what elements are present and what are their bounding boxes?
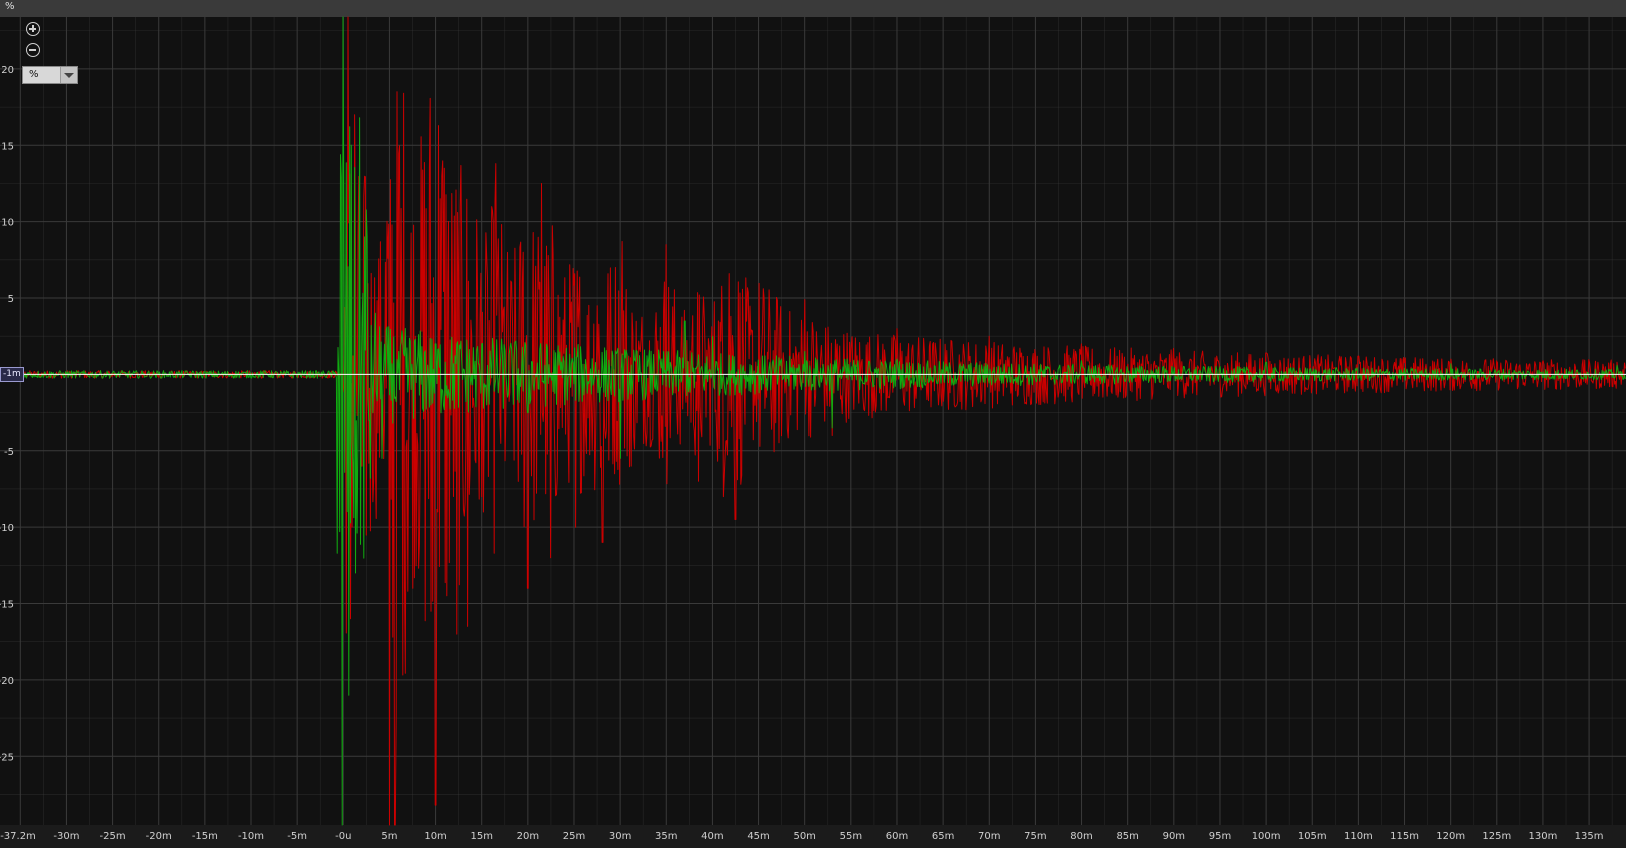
x-tick-label: 50m [793,831,815,842]
chevron-down-icon[interactable] [60,67,77,83]
x-tick-label: 70m [978,831,1000,842]
x-tick-label: 65m [932,831,954,842]
y-tick-label: 20 [1,65,14,76]
x-tick-label: -37.2m [0,831,36,842]
y-tick-label: 10 [1,218,14,229]
zoom-out-icon[interactable] [26,43,40,57]
impulse-chart[interactable]: -37.2m -30m -25m -20m -15m -10m -5m -0u 5m 10m 15m… [0,0,1626,848]
x-tick-label: 45m [747,831,769,842]
y-tick-label: -5 [4,447,14,458]
x-tick-label: 30m [609,831,631,842]
x-tick-label: 105m [1298,831,1327,842]
unit-select-value: % [29,69,39,80]
x-tick-label: 135m [1575,831,1604,842]
y-tick-label: -20 [0,676,14,687]
x-tick-label: -10m [238,831,264,842]
x-tick-label: 100m [1252,831,1281,842]
x-tick-label: -30m [53,831,79,842]
x-tick-label: -0u [335,831,351,842]
x-tick-label: 110m [1344,831,1373,842]
x-tick-label: 125m [1482,831,1511,842]
x-tick-label: 15m [470,831,492,842]
zoom-in-icon[interactable] [26,22,40,36]
x-tick-label: -25m [100,831,126,842]
x-tick-label: 85m [1116,831,1138,842]
x-tick-label: -15m [192,831,218,842]
x-tick-label: 60m [886,831,908,842]
x-tick-label: 80m [1070,831,1092,842]
x-tick-label: 120m [1436,831,1465,842]
x-tick-label: 90m [1163,831,1185,842]
cursor-y-readout: -1m [0,367,24,383]
x-tick-label: 35m [655,831,677,842]
x-tick-label: 75m [1024,831,1046,842]
x-tick-label: 95m [1209,831,1231,842]
x-tick-label: -5m [287,831,307,842]
unit-select[interactable]: % [22,66,78,84]
x-tick-label: 55m [840,831,862,842]
x-tick-label: 25m [563,831,585,842]
y-tick-label: 5 [8,294,14,305]
x-tick-label: 130m [1529,831,1558,842]
x-tick-label: 10m [424,831,446,842]
x-tick-label: 5m [381,831,397,842]
plot-background [0,17,1626,825]
x-tick-label: 20m [517,831,539,842]
x-tick-label: 115m [1390,831,1419,842]
x-tick-label: 40m [701,831,723,842]
y-tick-label: -25 [0,752,14,763]
y-tick-label: -15 [0,600,14,611]
y-tick-label: -10 [0,523,14,534]
x-tick-label: -20m [146,831,172,842]
y-tick-label: 15 [1,141,14,152]
